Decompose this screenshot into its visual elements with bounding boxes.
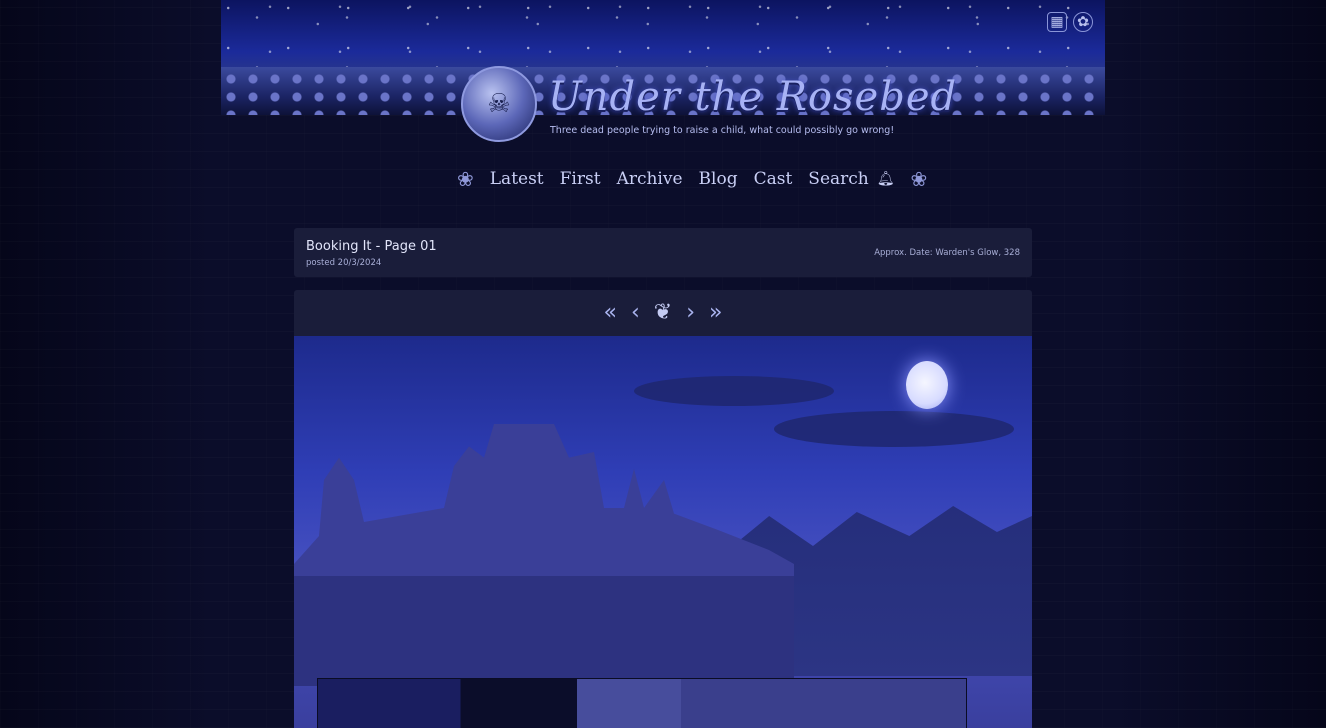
moon — [906, 361, 948, 409]
header-icon-group: ▦ ✿ — [1047, 12, 1093, 32]
emblem-icon[interactable]: ❦ — [654, 302, 672, 324]
cloud-shape — [774, 411, 1014, 447]
site-tagline: Three dead people trying to raise a chil… — [550, 125, 895, 136]
post-approx-date: Approx. Date: Warden's Glow, 328 — [874, 248, 1020, 258]
next-page-icon[interactable]: › — [686, 302, 695, 324]
main-nav: ❀ Latest First Archive Blog Cast Search … — [457, 164, 927, 194]
first-page-icon[interactable]: « — [604, 302, 617, 324]
site-title[interactable]: Under the Rosebed — [548, 74, 957, 120]
settings-icon[interactable]: ✿ — [1073, 12, 1093, 32]
nav-search[interactable]: Search — [808, 169, 868, 189]
rose-right-icon: ❀ — [910, 167, 928, 191]
nav-first[interactable]: First — [560, 169, 601, 189]
prev-page-icon[interactable]: ‹ — [631, 302, 640, 324]
site-logo-avatar[interactable]: ☠ — [461, 66, 537, 142]
comic-page-image[interactable] — [294, 336, 1032, 728]
last-page-icon[interactable]: » — [709, 302, 722, 324]
castle-wall — [294, 576, 794, 686]
post-info-bar: Booking It - Page 01 posted 20/3/2024 Ap… — [294, 228, 1032, 277]
rose-left-icon: ❀ — [457, 167, 474, 191]
comic-navigation: « ‹ ❦ › » — [294, 290, 1032, 336]
calendar-icon[interactable]: ▦ — [1047, 12, 1067, 32]
nav-cast[interactable]: Cast — [754, 169, 793, 189]
comic-panel-row — [317, 678, 967, 728]
post-title: Booking It - Page 01 — [306, 239, 437, 254]
nav-latest[interactable]: Latest — [490, 169, 544, 189]
bell-icon[interactable]: 🔔︎ — [877, 171, 895, 187]
post-date: posted 20/3/2024 — [306, 258, 382, 268]
nav-archive[interactable]: Archive — [617, 169, 683, 189]
cloud-shape — [634, 376, 834, 406]
nav-blog[interactable]: Blog — [699, 169, 738, 189]
